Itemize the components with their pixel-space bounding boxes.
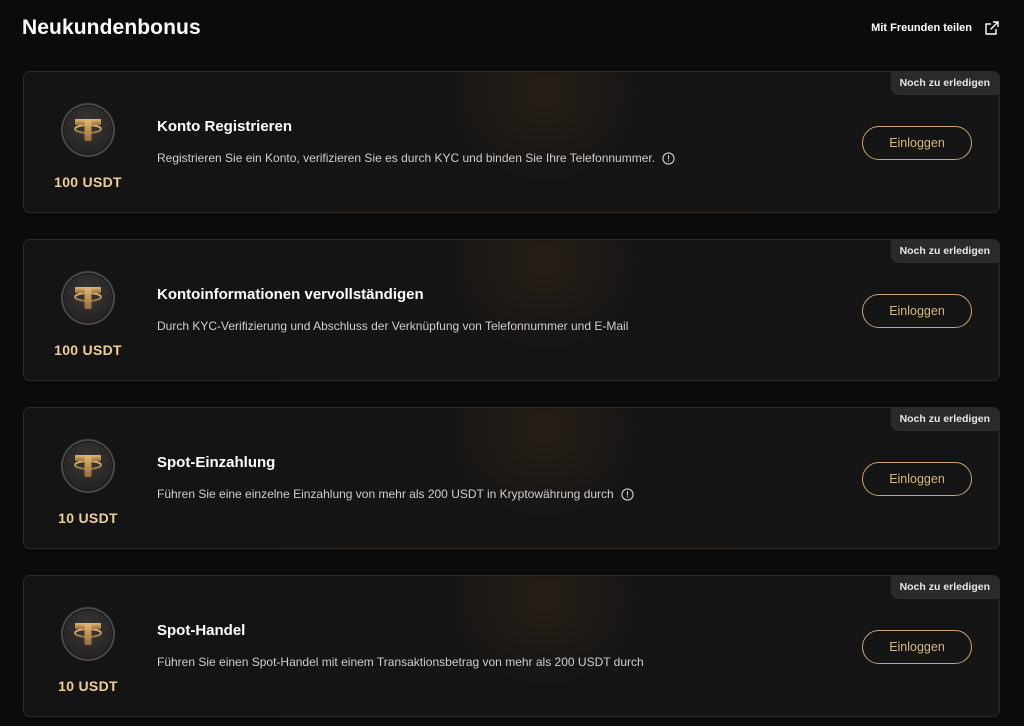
login-button[interactable]: Einloggen: [862, 294, 972, 328]
login-button[interactable]: Einloggen: [862, 462, 972, 496]
task-description: Durch KYC-Verifizierung und Abschluss de…: [157, 319, 628, 333]
task-description: Führen Sie einen Spot-Handel mit einem T…: [157, 655, 644, 669]
share-icon: [984, 20, 1000, 36]
reward: 10 USDT: [44, 606, 132, 694]
status-badge: Noch zu erledigen: [890, 240, 999, 263]
task-card: Noch zu erledigen: [23, 575, 1000, 717]
status-badge: Noch zu erledigen: [890, 408, 999, 431]
reward: 100 USDT: [44, 102, 132, 190]
info-icon[interactable]: [621, 487, 634, 501]
status-badge: Noch zu erledigen: [890, 72, 999, 95]
status-badge: Noch zu erledigen: [890, 576, 999, 599]
task-title: Spot-Einzahlung: [157, 454, 276, 471]
task-description-text: Führen Sie eine einzelne Einzahlung von …: [157, 487, 614, 501]
task-list: Noch zu erledigen 100 USDT Konto Registr…: [23, 71, 1000, 726]
task-description-text: Registrieren Sie ein Konto, verifizieren…: [157, 151, 656, 165]
tether-coin-icon: [61, 271, 115, 325]
task-card: Noch zu erledigen: [23, 407, 1000, 549]
tether-coin-icon: [61, 103, 115, 157]
tether-coin-icon: [61, 439, 115, 493]
page: Neukundenbonus Mit Freunden teilen Noch …: [0, 0, 1024, 726]
task-description-text: Durch KYC-Verifizierung und Abschluss de…: [157, 319, 629, 333]
share-button[interactable]: Mit Freunden teilen: [871, 20, 1000, 36]
task-card: Noch zu erledigen: [23, 239, 1000, 381]
reward: 10 USDT: [44, 438, 132, 526]
reward-amount: 10 USDT: [58, 510, 118, 526]
task-title: Kontoinformationen vervollständigen: [157, 286, 424, 303]
reward: 100 USDT: [44, 270, 132, 358]
task-card: Noch zu erledigen: [23, 71, 1000, 213]
login-button[interactable]: Einloggen: [862, 126, 972, 160]
header: Neukundenbonus Mit Freunden teilen: [22, 12, 1000, 44]
task-title: Konto Registrieren: [157, 118, 293, 135]
task-description: Registrieren Sie ein Konto, verifizieren…: [157, 151, 675, 165]
page-title: Neukundenbonus: [22, 16, 201, 39]
task-description: Führen Sie eine einzelne Einzahlung von …: [157, 487, 634, 501]
share-label: Mit Freunden teilen: [871, 22, 972, 34]
login-button[interactable]: Einloggen: [862, 630, 972, 664]
reward-amount: 100 USDT: [54, 342, 122, 358]
tether-coin-icon: [61, 607, 115, 661]
task-description-text: Führen Sie einen Spot-Handel mit einem T…: [157, 655, 644, 669]
reward-amount: 100 USDT: [54, 174, 122, 190]
info-icon[interactable]: [662, 151, 675, 165]
task-title: Spot-Handel: [157, 622, 246, 639]
reward-amount: 10 USDT: [58, 678, 118, 694]
